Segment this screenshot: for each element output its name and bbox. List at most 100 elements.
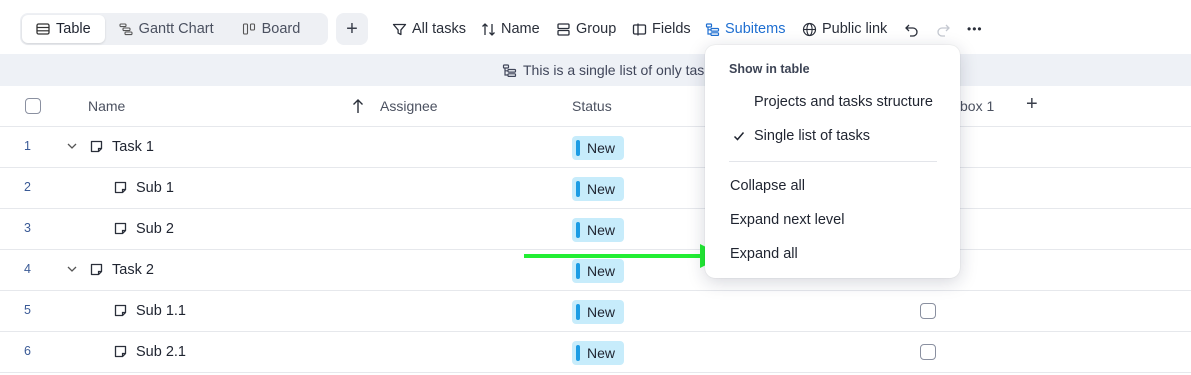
undo-icon [905, 24, 918, 37]
row-checkbox[interactable] [920, 303, 936, 319]
gantt-icon [119, 23, 133, 36]
menu-item-structure[interactable]: Projects and tasks structure [705, 87, 960, 117]
task-name[interactable]: Sub 2.1 [136, 344, 186, 360]
column-header-assignee[interactable]: Assignee [380, 98, 438, 114]
public-link-label: Public link [822, 21, 888, 37]
task-icon [114, 345, 127, 358]
check-icon [733, 132, 745, 141]
menu-item-expand-next-level[interactable]: Expand next level [705, 205, 960, 235]
redo-icon [937, 24, 950, 37]
tab-board[interactable]: Board [228, 15, 315, 43]
status-badge[interactable]: New [572, 177, 624, 201]
status-color-bar [576, 222, 580, 238]
status-label: New [587, 345, 616, 361]
banner-text: This is a single list of only tas [523, 62, 705, 78]
status-label: New [587, 222, 616, 238]
all-tasks-filter-button[interactable]: All tasks [392, 18, 466, 40]
status-color-bar [576, 345, 580, 361]
tab-gantt-chart[interactable]: Gantt Chart [105, 15, 228, 43]
fields-button[interactable]: Fields [632, 18, 691, 40]
subitems-label: Subitems [725, 21, 786, 37]
table-header: Name Assignee Status box 1 + [0, 86, 1191, 127]
task-name[interactable]: Sub 2 [136, 221, 174, 237]
select-all-checkbox[interactable] [25, 98, 41, 114]
column-header-checkbox[interactable]: box 1 [960, 98, 994, 114]
task-name[interactable]: Task 1 [112, 139, 154, 155]
menu-item-collapse-all[interactable]: Collapse all [705, 171, 960, 201]
group-label: Group [576, 21, 617, 37]
sort-icon [482, 22, 495, 36]
task-icon [114, 181, 127, 194]
add-view-button[interactable]: + [336, 13, 368, 45]
row-number: 6 [24, 344, 31, 358]
tab-table-label: Table [56, 21, 91, 37]
more-options-button[interactable]: ••• [967, 18, 983, 40]
chevron-down-icon[interactable] [66, 140, 78, 152]
fields-label: Fields [652, 21, 691, 37]
sort-label: Name [501, 21, 540, 37]
banner-message: This is a single list of only tas [502, 62, 704, 78]
task-name[interactable]: Sub 1 [136, 180, 174, 196]
row-number: 1 [24, 139, 31, 153]
annotation-arrow-icon [524, 244, 724, 268]
row-number: 5 [24, 303, 31, 317]
task-icon [90, 140, 103, 153]
table-row[interactable]: 5 Sub 1.1 New [0, 291, 1191, 332]
status-color-bar [576, 181, 580, 197]
table-row[interactable]: 2 Sub 1 New [0, 168, 1191, 209]
row-number: 3 [24, 221, 31, 235]
table-row[interactable]: 6 Sub 2.1 New [0, 332, 1191, 373]
sort-button[interactable]: Name [481, 18, 540, 40]
task-name[interactable]: Task 2 [112, 262, 154, 278]
tab-gantt-label: Gantt Chart [138, 21, 214, 37]
toolbar: Table Gantt Chart Board + All tasks Name… [0, 0, 1191, 54]
menu-item-expand-next-label: Expand next level [730, 212, 845, 228]
menu-item-structure-label: Projects and tasks structure [754, 94, 933, 110]
menu-section-header: Show in table [729, 62, 810, 76]
group-button[interactable]: Group [556, 18, 616, 40]
view-switcher: Table Gantt Chart Board [20, 13, 328, 45]
sort-ascending-icon[interactable] [352, 98, 364, 114]
subitems-dropdown: Show in table Projects and tasks structu… [705, 45, 960, 278]
board-icon [242, 23, 255, 35]
menu-divider [729, 161, 937, 162]
group-icon [557, 22, 570, 36]
status-label: New [587, 140, 616, 156]
column-header-name[interactable]: Name [88, 98, 125, 114]
globe-icon [802, 22, 817, 36]
subitems-icon [705, 22, 720, 36]
chevron-down-icon[interactable] [66, 263, 78, 275]
task-icon [114, 222, 127, 235]
more-icon: ••• [967, 22, 983, 36]
menu-item-single-list-label: Single list of tasks [754, 128, 871, 144]
status-badge[interactable]: New [572, 341, 624, 365]
column-header-status[interactable]: Status [572, 98, 612, 114]
row-checkbox[interactable] [920, 344, 936, 360]
status-badge[interactable]: New [572, 218, 624, 242]
menu-item-expand-all[interactable]: Expand all [705, 239, 960, 269]
menu-item-collapse-all-label: Collapse all [730, 178, 805, 194]
status-label: New [587, 304, 616, 320]
table-row[interactable]: 1 Task 1 New [0, 127, 1191, 168]
undo-button[interactable] [904, 18, 919, 40]
row-number: 2 [24, 180, 31, 194]
status-badge[interactable]: New [572, 300, 624, 324]
plus-icon: + [346, 17, 358, 40]
tab-board-label: Board [261, 21, 301, 37]
public-link-button[interactable]: Public link [802, 18, 887, 40]
add-column-button[interactable]: + [1026, 93, 1038, 116]
status-badge[interactable]: New [572, 136, 624, 160]
tab-table[interactable]: Table [22, 15, 105, 43]
redo-button[interactable] [936, 18, 951, 40]
task-icon [90, 263, 103, 276]
table-icon [36, 23, 50, 35]
row-number: 4 [24, 262, 31, 276]
all-tasks-label: All tasks [412, 21, 466, 37]
status-label: New [587, 181, 616, 197]
subitems-icon [502, 63, 517, 77]
task-name[interactable]: Sub 1.1 [136, 303, 186, 319]
info-banner: This is a single list of only tas [0, 54, 1191, 86]
subitems-button[interactable]: Subitems [705, 18, 785, 40]
menu-item-single-list[interactable]: Single list of tasks [705, 121, 960, 151]
filter-icon [392, 23, 407, 35]
